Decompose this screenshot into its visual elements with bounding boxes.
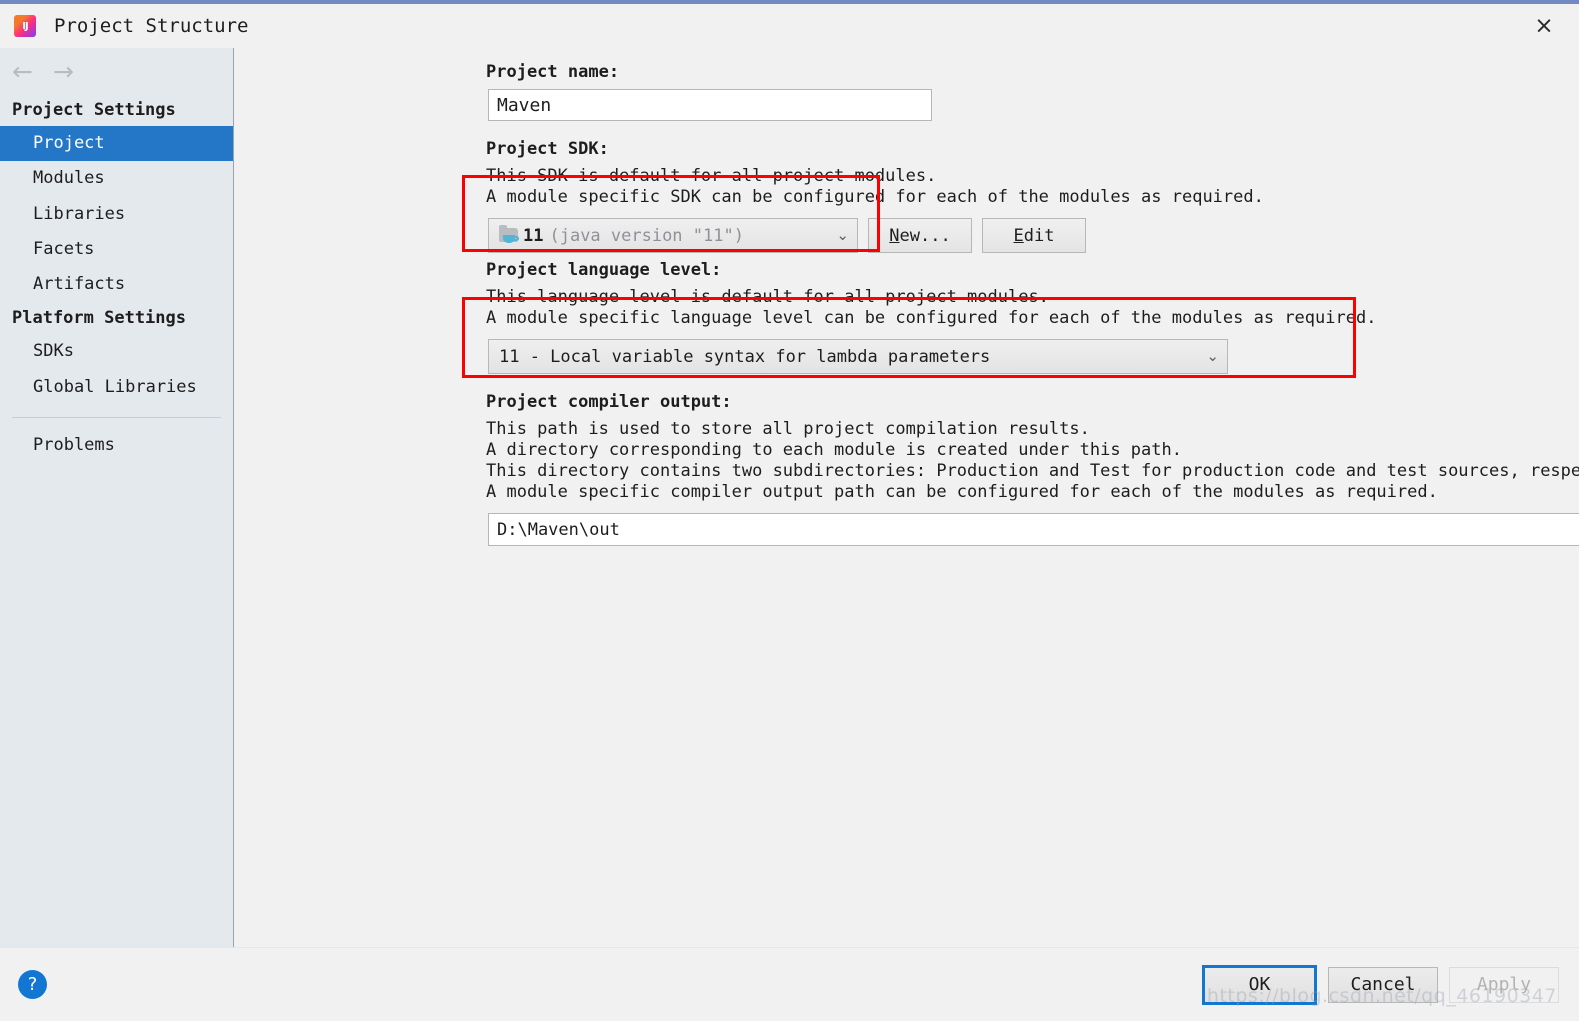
sidebar-divider [12,416,221,418]
cancel-button[interactable]: Cancel [1328,966,1438,1003]
project-sdk-label: Project SDK: [486,139,609,159]
language-level-combo[interactable]: 11 - Local variable syntax for lambda pa… [488,339,1228,374]
settings-content: Project name: Maven Project SDK: This SD… [234,48,1579,947]
edit-sdk-button[interactable]: Edit [982,218,1086,253]
chevron-down-icon: ⌄ [1206,347,1219,365]
back-arrow-icon[interactable]: ← [12,59,33,84]
intellij-idea-icon [14,15,36,37]
dialog-body: ← → Project Settings Project Modules Lib… [0,48,1579,947]
help-icon[interactable]: ? [18,970,47,999]
sidebar-item-project[interactable]: Project [0,126,233,162]
sidebar-item-modules[interactable]: Modules [0,161,233,196]
new-button-label: ew... [899,225,951,246]
project-sdk-version: (java version "11") [549,225,744,246]
apply-button: Apply [1449,966,1559,1003]
language-level-value: 11 - Local variable syntax for lambda pa… [499,346,991,367]
sidebar-group-platform-settings: Platform Settings [12,308,186,329]
new-sdk-button[interactable]: New... [868,218,972,253]
sidebar-item-facets[interactable]: Facets [0,232,233,267]
compiler-output-path-input[interactable]: D:\Maven\out [488,513,1579,546]
sidebar-nav: ← → [0,48,233,94]
settings-sidebar: ← → Project Settings Project Modules Lib… [0,48,234,947]
compiler-output-desc-4: A module specific compiler output path c… [486,482,1438,502]
close-icon[interactable]: × [1527,10,1561,42]
compiler-output-path-value: D:\Maven\out [497,519,620,540]
compiler-output-desc-1: This path is used to store all project c… [486,419,1090,439]
sidebar-item-problems[interactable]: Problems [0,428,233,463]
project-sdk-desc-2: A module specific SDK can be configured … [486,187,1264,207]
ok-button[interactable]: OK [1202,964,1317,1005]
sidebar-item-global-libraries[interactable]: Global Libraries [0,370,233,405]
project-sdk-combo[interactable]: 11 (java version "11") ⌄ [488,218,858,253]
chevron-down-icon: ⌄ [836,226,849,244]
sidebar-item-libraries[interactable]: Libraries [0,197,233,232]
language-level-desc-2: A module specific language level can be … [486,308,1377,328]
forward-arrow-icon[interactable]: → [53,59,74,84]
project-sdk-row: 11 (java version "11") ⌄ New... Edit [488,218,1579,253]
sidebar-group-project-settings: Project Settings [12,100,176,120]
compiler-output-label: Project compiler output: [486,392,732,412]
compiler-output-desc-2: A directory corresponding to each module… [486,440,1182,460]
project-sdk-desc-1: This SDK is default for all project modu… [486,166,937,186]
project-name-input[interactable]: Maven [488,89,932,121]
language-level-label: Project language level: [486,260,722,280]
language-level-desc-1: This language level is default for all p… [486,287,1049,307]
project-sdk-value: 11 [523,225,544,246]
folder-java-icon [499,225,520,244]
project-name-label: Project name: [486,62,620,82]
project-structure-dialog: Project Structure × ← → Project Settings… [0,0,1579,1021]
title-bar: Project Structure × [0,4,1579,48]
window-title: Project Structure [54,15,249,37]
edit-button-label: dit [1023,225,1055,246]
dialog-action-buttons: OK Cancel Apply [1202,964,1559,1005]
sidebar-item-sdks[interactable]: SDKs [0,334,233,369]
new-button-mnemonic: N [889,225,900,246]
dialog-footer: ? OK Cancel Apply https://blog.csdn.net/… [0,947,1579,1021]
edit-button-mnemonic: E [1013,225,1024,246]
sidebar-item-artifacts[interactable]: Artifacts [0,267,233,302]
compiler-output-desc-3: This directory contains two subdirectori… [486,461,1579,481]
